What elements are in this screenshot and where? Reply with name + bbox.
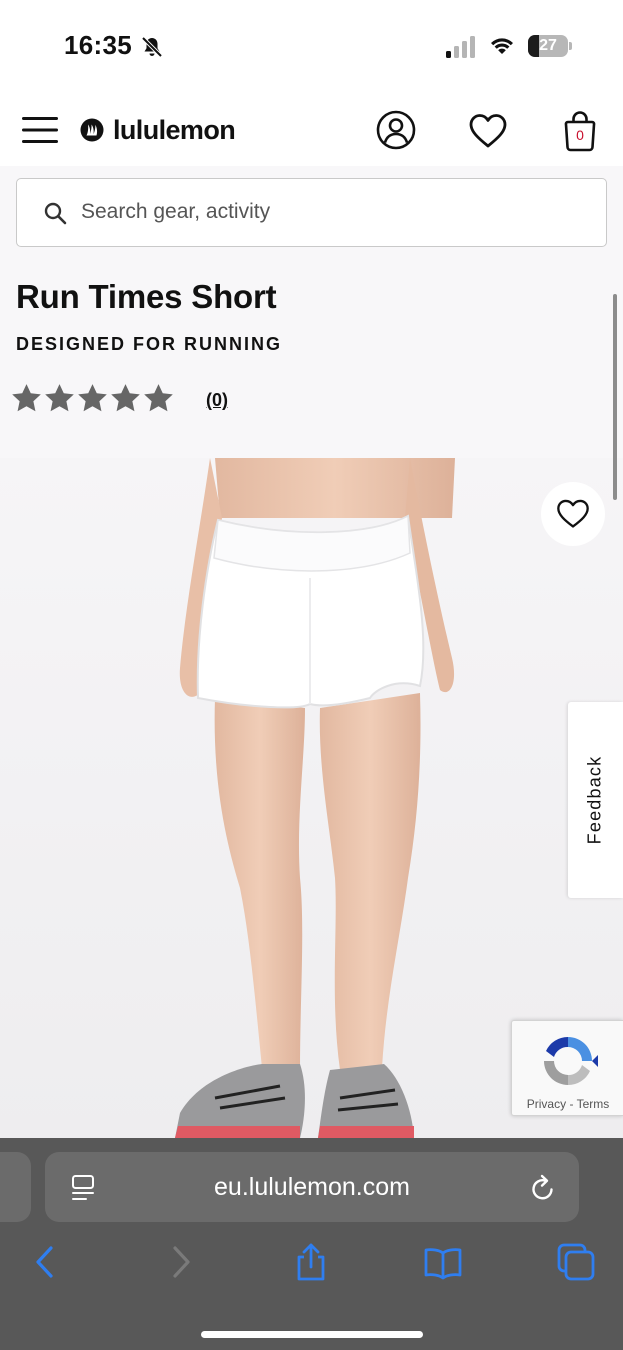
- star-icon: [45, 383, 74, 411]
- address-url[interactable]: eu.lululemon.com: [105, 1152, 519, 1222]
- recaptcha-badge[interactable]: Privacy - Terms: [511, 1020, 623, 1116]
- recaptcha-terms-link[interactable]: Terms: [577, 1097, 610, 1111]
- logo-text: lululemon: [113, 114, 236, 145]
- heart-icon: [557, 499, 589, 528]
- page-content: Run Times Short DESIGNED FOR RUNNING (0): [0, 166, 623, 1138]
- reload-icon[interactable]: [529, 1173, 557, 1203]
- search-icon: [44, 202, 67, 225]
- feedback-tab[interactable]: Feedback: [568, 702, 623, 898]
- browser-nav-buttons: [0, 1234, 623, 1294]
- bag-count: 0: [576, 127, 584, 143]
- battery-icon: 27: [528, 35, 572, 57]
- address-bar[interactable]: eu.lululemon.com: [45, 1152, 579, 1222]
- recaptcha-privacy-link[interactable]: Privacy: [527, 1097, 566, 1111]
- review-count-link[interactable]: (0): [206, 390, 228, 411]
- page-menu-icon[interactable]: [71, 1174, 97, 1202]
- product-tagline: DESIGNED FOR RUNNING: [16, 334, 283, 354]
- home-indicator: [201, 1331, 423, 1338]
- share-icon[interactable]: [291, 1242, 331, 1282]
- account-icon[interactable]: [376, 110, 416, 150]
- forward-icon[interactable]: [160, 1242, 200, 1282]
- star-rating[interactable]: [10, 380, 175, 416]
- feedback-label: Feedback: [584, 755, 605, 845]
- bookmarks-icon[interactable]: [423, 1242, 463, 1282]
- image-wishlist-button[interactable]: [541, 482, 605, 546]
- star-icon: [111, 383, 140, 411]
- status-bar: 16:35 27: [0, 0, 623, 92]
- site-header: lululemon 0: [0, 92, 623, 166]
- browser-toolbar: eu.lululemon.com: [0, 1138, 623, 1350]
- star-icon: [78, 383, 107, 411]
- product-title: Run Times Short: [16, 278, 277, 315]
- wifi-icon: [491, 38, 513, 54]
- status-time: 16:35: [64, 30, 132, 60]
- lululemon-logo-mark: [80, 118, 104, 142]
- battery-level: 27: [539, 37, 557, 54]
- menu-icon[interactable]: [22, 116, 58, 144]
- lululemon-logo[interactable]: lululemon: [80, 112, 236, 148]
- recaptcha-links: Privacy - Terms: [512, 1097, 623, 1111]
- back-icon[interactable]: [26, 1242, 66, 1282]
- cellular-signal-icon: [446, 36, 475, 58]
- search-input[interactable]: [81, 179, 581, 245]
- search-box[interactable]: [16, 178, 607, 247]
- heart-icon[interactable]: [468, 112, 508, 150]
- bell-slash-icon: [141, 36, 163, 58]
- star-icon: [144, 383, 173, 411]
- previous-tab-preview[interactable]: [0, 1152, 31, 1222]
- scrollbar[interactable]: [613, 294, 617, 500]
- recaptcha-icon: [544, 1036, 598, 1086]
- tabs-icon[interactable]: [556, 1242, 596, 1282]
- recaptcha-separator: -: [569, 1097, 574, 1111]
- star-icon: [12, 383, 41, 411]
